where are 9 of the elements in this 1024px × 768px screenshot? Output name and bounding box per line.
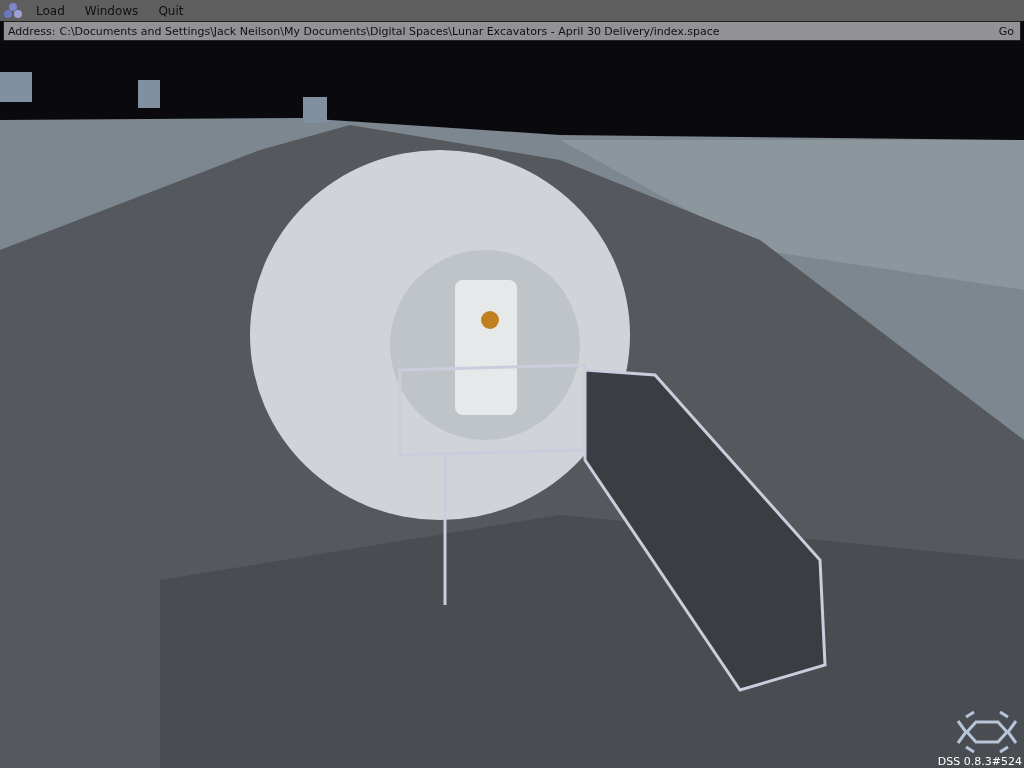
version-label: DSS 0.8.3#524 xyxy=(937,755,1022,768)
app-logo-icon xyxy=(2,1,24,20)
go-button[interactable]: Go xyxy=(996,24,1016,38)
address-field[interactable]: Address: C:\Documents and Settings\Jack Neilson\My Documents\Digital Spaces\Lunar Excavators - April 30 Delivery/index.space Go xyxy=(3,21,1021,41)
menu-item[interactable]: Windows xyxy=(76,3,147,18)
menu-item[interactable]: Quit xyxy=(150,3,192,18)
hexagon-logo-icon xyxy=(954,709,1020,755)
menu-item[interactable]: Load xyxy=(28,3,73,18)
address-label: Address: xyxy=(8,24,56,38)
